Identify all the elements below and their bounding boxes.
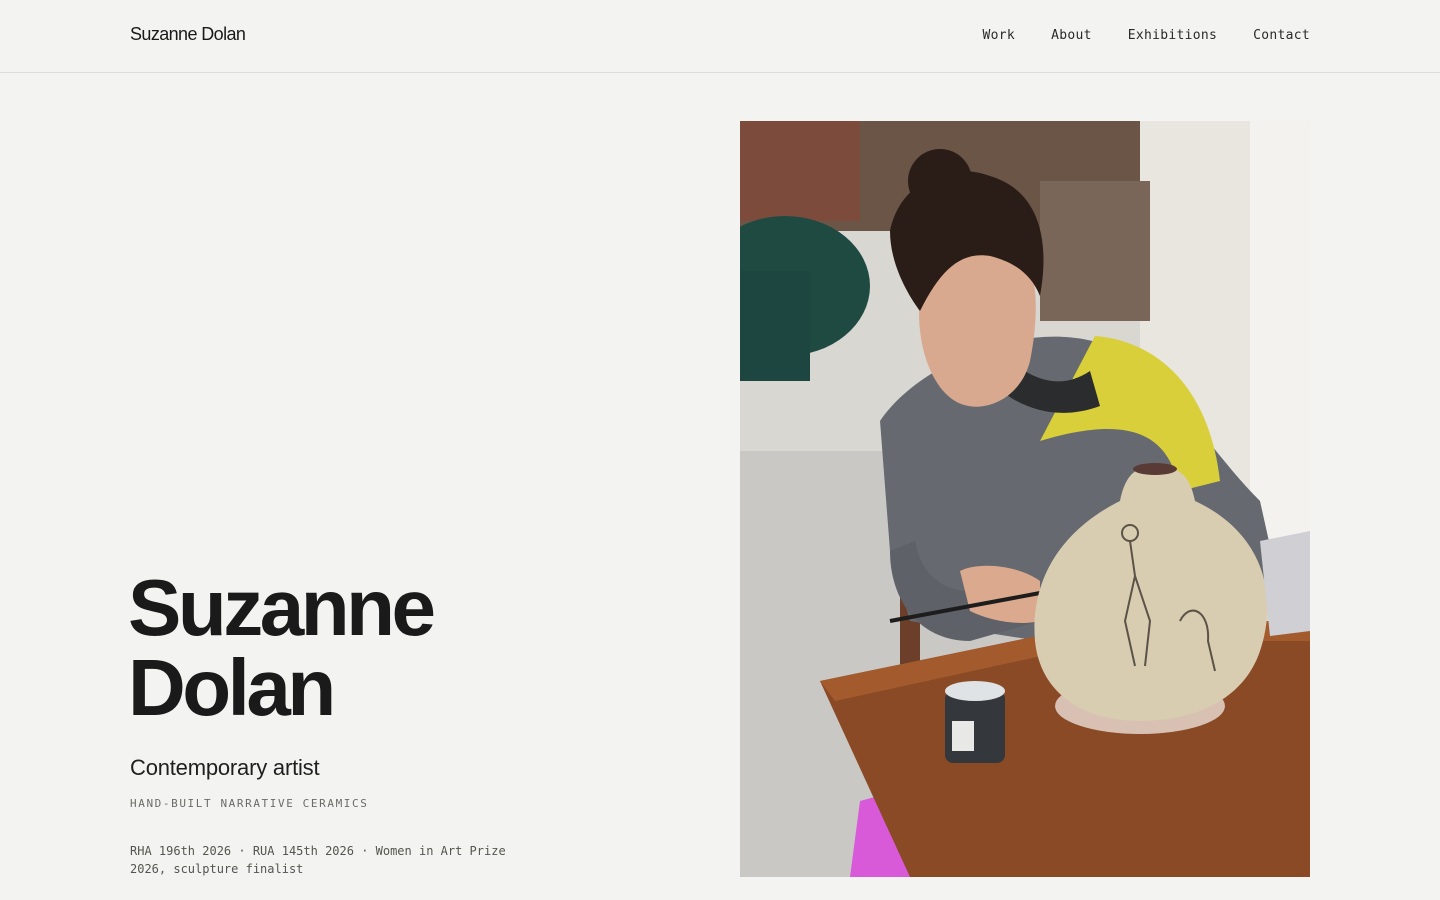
nav-link-exhibitions[interactable]: Exhibitions [1128, 28, 1217, 43]
nav-link-contact[interactable]: Contact [1253, 28, 1310, 43]
hero-subtitle: Contemporary artist [130, 755, 320, 780]
hero-tagline: HAND-BUILT NARRATIVE CERAMICS [130, 797, 369, 810]
artist-photo [740, 121, 1310, 877]
site-logo[interactable]: Suzanne Dolan [130, 24, 246, 45]
site-header: Suzanne Dolan Work About Exhibitions Con… [0, 0, 1440, 73]
hero-title: Suzanne Dolan [128, 563, 436, 732]
hero-title-line-1: Suzanne [128, 563, 436, 652]
main-nav: Work About Exhibitions Contact [983, 28, 1310, 43]
artist-photo-illustration [740, 121, 1310, 877]
nav-link-about[interactable]: About [1051, 28, 1092, 43]
hero-title-line-2: Dolan [128, 643, 336, 732]
hero-awards: RHA 196th 2026 · RUA 145th 2026 · Women … [130, 844, 506, 876]
nav-link-work[interactable]: Work [983, 28, 1016, 43]
